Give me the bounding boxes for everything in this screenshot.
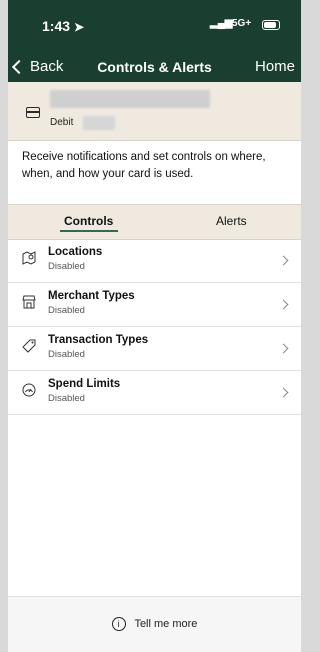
list-item-status: Disabled: [48, 261, 85, 272]
network-label: 5G+: [232, 18, 252, 29]
card-number-redacted: [83, 116, 115, 130]
chevron-right-icon: [278, 255, 289, 266]
footer: i Tell me more: [8, 596, 301, 652]
list-item-label: Merchant Types: [48, 290, 135, 302]
info-icon: i: [111, 617, 126, 631]
card-type-label: Debit: [50, 117, 74, 128]
map-pin-icon: [22, 251, 36, 265]
credit-card-icon: [26, 107, 40, 118]
battery-fill: [264, 22, 276, 28]
time-text: 1:43: [42, 18, 71, 34]
intro-text: Receive notifications and set controls o…: [22, 151, 266, 180]
list-item-status: Disabled: [48, 305, 85, 316]
chevron-right-icon: [278, 343, 289, 354]
tag-icon: [22, 339, 36, 353]
location-arrow-icon: ➤: [74, 20, 85, 34]
list-item-status: Disabled: [48, 393, 85, 404]
tell-me-more-button[interactable]: i Tell me more: [8, 617, 301, 631]
list-item-locations[interactable]: Locations Disabled: [8, 239, 301, 283]
status-bar: 1:43 ➤ ▂▄▆ 5G+: [8, 0, 301, 50]
status-time: 1:43 ➤: [42, 18, 84, 34]
chevron-right-icon: [278, 387, 289, 398]
tell-me-more-label: Tell me more: [134, 617, 198, 630]
tab-controls[interactable]: Controls: [64, 214, 113, 228]
list-item-spend-limits[interactable]: Spend Limits Disabled: [8, 371, 301, 415]
battery-icon: [262, 20, 280, 30]
list-item-label: Transaction Types: [48, 334, 149, 346]
chevron-right-icon: [278, 299, 289, 310]
list-item-status: Disabled: [48, 349, 85, 360]
list-item-label: Locations: [48, 246, 103, 258]
list-item-merchant-types[interactable]: Merchant Types Disabled: [8, 283, 301, 327]
top-nav: Back Controls & Alerts Home: [8, 52, 301, 80]
signal-icon: ▂▄▆: [210, 18, 233, 29]
controls-list: Locations Disabled Merchant Types Disabl…: [8, 239, 301, 415]
app-header: 1:43 ➤ ▂▄▆ 5G+ Back Controls & Alerts Hom…: [8, 0, 301, 82]
active-tab-indicator: [60, 230, 118, 232]
store-icon: [22, 295, 36, 309]
card-name-redacted: [50, 90, 210, 108]
phone-screen: 1:43 ➤ ▂▄▆ 5G+ Back Controls & Alerts Hom…: [8, 0, 301, 652]
tab-alerts[interactable]: Alerts: [216, 214, 247, 228]
home-button[interactable]: Home: [255, 58, 295, 75]
list-item-transaction-types[interactable]: Transaction Types Disabled: [8, 327, 301, 371]
tab-bar: Controls Alerts: [8, 204, 301, 240]
gauge-icon: [22, 383, 36, 397]
list-item-label: Spend Limits: [48, 378, 121, 390]
